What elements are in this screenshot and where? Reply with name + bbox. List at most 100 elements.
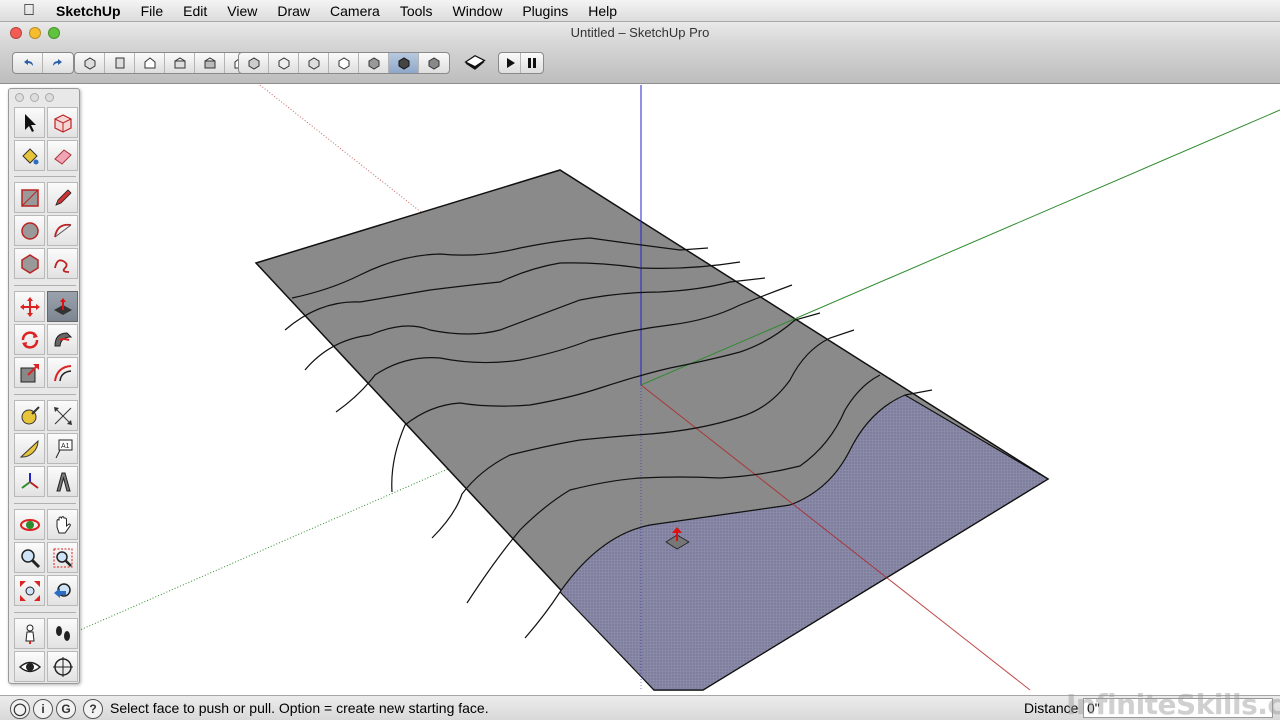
rotate-tool[interactable] bbox=[14, 324, 45, 355]
polygon-icon bbox=[20, 253, 39, 274]
redo-icon bbox=[53, 59, 62, 66]
model-info-button[interactable] bbox=[460, 52, 490, 72]
redo-button[interactable] bbox=[43, 53, 73, 73]
previous-view-tool[interactable] bbox=[47, 575, 78, 606]
play-button[interactable] bbox=[499, 53, 521, 73]
select-icon bbox=[24, 113, 36, 132]
right-view-button[interactable] bbox=[165, 53, 195, 73]
rectangle-tool[interactable] bbox=[14, 182, 45, 213]
make-component-icon bbox=[53, 113, 72, 133]
palette-minimize-button[interactable] bbox=[30, 92, 39, 102]
protractor-tool[interactable] bbox=[14, 433, 45, 464]
move-tool[interactable] bbox=[14, 291, 45, 322]
shadows-button[interactable] bbox=[419, 53, 449, 73]
tool-row bbox=[14, 140, 78, 171]
menu-camera[interactable]: Camera bbox=[320, 0, 390, 22]
green-axis bbox=[640, 109, 1280, 386]
wireframe-button[interactable] bbox=[269, 53, 299, 73]
xray-button[interactable] bbox=[239, 53, 269, 73]
menu-tools[interactable]: Tools bbox=[390, 0, 443, 22]
axes-tool[interactable] bbox=[14, 466, 45, 497]
menu-view[interactable]: View bbox=[217, 0, 267, 22]
user-icon[interactable]: G bbox=[56, 699, 76, 719]
monochrome-button[interactable] bbox=[389, 53, 419, 73]
shaded-button[interactable] bbox=[329, 53, 359, 73]
menu-window[interactable]: Window bbox=[443, 0, 513, 22]
model-info-group bbox=[460, 52, 490, 74]
palette-zoom-button[interactable] bbox=[45, 92, 54, 102]
geo-location-icon[interactable]: ◯ bbox=[10, 699, 30, 719]
shaded-textures-button[interactable] bbox=[359, 53, 389, 73]
polygon-tool[interactable] bbox=[14, 248, 45, 279]
previous-view-icon bbox=[53, 582, 71, 598]
zoom-tool[interactable] bbox=[14, 542, 45, 573]
model-info-icon bbox=[464, 54, 486, 70]
follow-me-icon bbox=[53, 331, 72, 346]
sketchup-app:  SketchUp File Edit View Draw Camera To… bbox=[0, 0, 1280, 720]
tool-row bbox=[14, 248, 78, 279]
styles-group bbox=[238, 52, 450, 74]
offset-tool[interactable] bbox=[47, 357, 78, 388]
hidden-line-button[interactable] bbox=[299, 53, 329, 73]
zoom-extents-tool[interactable] bbox=[14, 575, 45, 606]
animation-group bbox=[498, 52, 544, 74]
monochrome-icon bbox=[398, 57, 409, 70]
freehand-tool[interactable] bbox=[47, 248, 78, 279]
zoom-window-tool[interactable] bbox=[47, 542, 78, 573]
back-view-button[interactable] bbox=[195, 53, 225, 73]
credits-icon[interactable]: i bbox=[33, 699, 53, 719]
scale-tool[interactable] bbox=[14, 357, 45, 388]
section-plane-tool[interactable] bbox=[47, 651, 78, 682]
tool-row bbox=[14, 182, 78, 213]
eraser-icon bbox=[53, 148, 72, 165]
arc-tool[interactable] bbox=[47, 215, 78, 246]
pencil-tool[interactable] bbox=[47, 182, 78, 213]
walk-tool[interactable] bbox=[47, 618, 78, 649]
orbit-tool[interactable] bbox=[14, 509, 45, 540]
position-camera-tool[interactable] bbox=[14, 618, 45, 649]
circle-tool[interactable] bbox=[14, 215, 45, 246]
menu-file[interactable]: File bbox=[131, 0, 174, 22]
undo-redo-group bbox=[12, 52, 74, 74]
tool-row bbox=[14, 575, 78, 606]
undo-button[interactable] bbox=[13, 53, 43, 73]
section-plane-icon bbox=[52, 656, 73, 677]
instructor-help-icon[interactable]: ? bbox=[83, 699, 103, 719]
back-view-icon bbox=[204, 57, 215, 69]
menu-draw[interactable]: Draw bbox=[267, 0, 320, 22]
menu-plugins[interactable]: Plugins bbox=[512, 0, 578, 22]
tool-row bbox=[14, 400, 78, 431]
play-icon bbox=[506, 58, 515, 68]
make-component-tool[interactable] bbox=[47, 107, 78, 138]
pan-tool[interactable] bbox=[47, 509, 78, 540]
iso-view-button[interactable] bbox=[75, 53, 105, 73]
menu-help[interactable]: Help bbox=[578, 0, 627, 22]
apple-menu-icon[interactable]:  bbox=[18, 0, 40, 22]
dimension-tool[interactable] bbox=[47, 400, 78, 431]
menu-app-name[interactable]: SketchUp bbox=[52, 0, 131, 22]
top-view-button[interactable] bbox=[105, 53, 135, 73]
zoom-extents-icon bbox=[19, 580, 40, 601]
walk-icon bbox=[55, 625, 70, 641]
3d-text-tool[interactable] bbox=[47, 466, 78, 497]
offset-icon bbox=[53, 364, 71, 381]
look-around-tool[interactable] bbox=[14, 651, 45, 682]
select-tool[interactable] bbox=[14, 107, 45, 138]
tool-row bbox=[14, 509, 78, 540]
palette-divider bbox=[14, 394, 76, 395]
position-camera-icon bbox=[24, 624, 35, 644]
eraser-tool[interactable] bbox=[47, 140, 78, 171]
tape-measure-tool[interactable] bbox=[14, 400, 45, 431]
menu-edit[interactable]: Edit bbox=[173, 0, 217, 22]
text-tool[interactable]: A1 bbox=[47, 433, 78, 464]
pause-button[interactable] bbox=[521, 53, 543, 73]
push-pull-tool[interactable] bbox=[47, 291, 78, 322]
shaded-icon bbox=[338, 57, 349, 70]
palette-close-button[interactable] bbox=[15, 92, 24, 102]
follow-me-tool[interactable] bbox=[47, 324, 78, 355]
axes-icon bbox=[20, 472, 39, 489]
paint-bucket-tool[interactable] bbox=[14, 140, 45, 171]
front-view-button[interactable] bbox=[135, 53, 165, 73]
palette-divider bbox=[14, 612, 76, 613]
drawing-viewport[interactable] bbox=[0, 85, 1280, 695]
